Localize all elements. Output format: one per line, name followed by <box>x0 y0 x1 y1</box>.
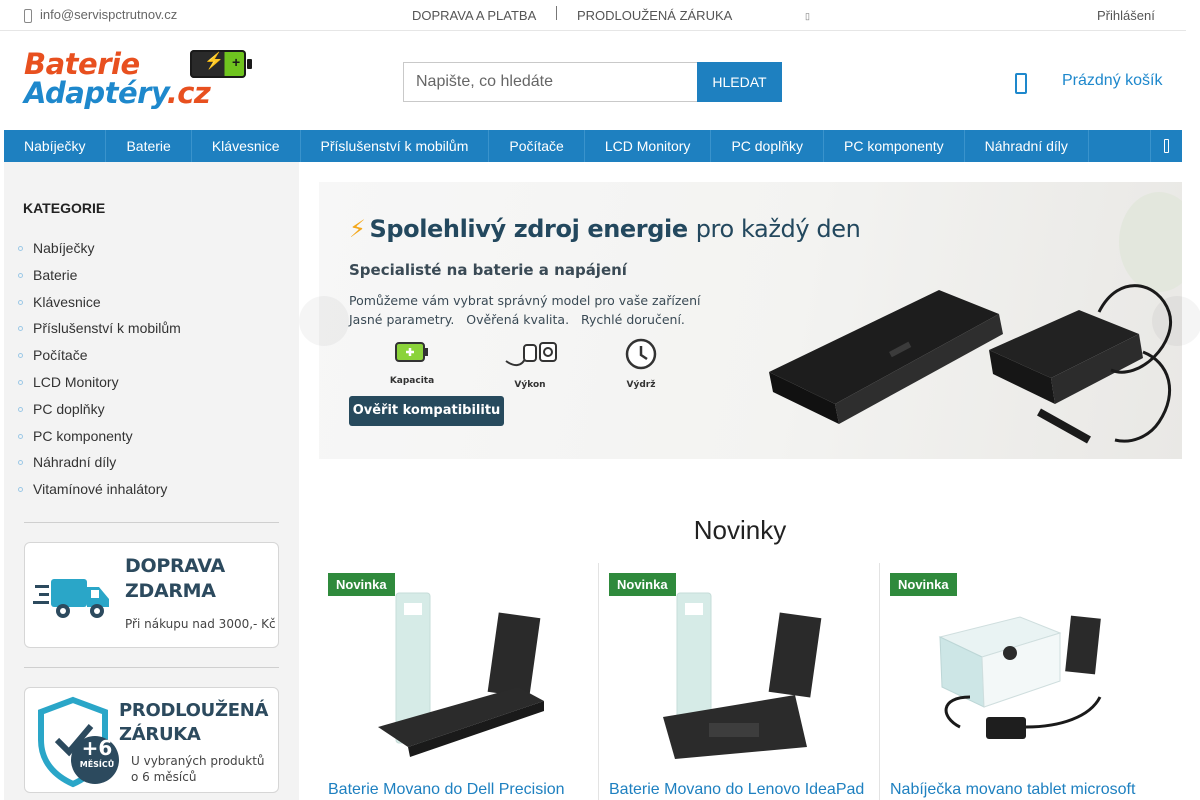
feature-capacity: Kapacita <box>377 337 447 386</box>
hero-subtitle: Specialisté na baterie a napájení <box>349 261 627 279</box>
category-item-pc-accessories[interactable]: PC doplňky <box>18 399 181 426</box>
carousel-next-button[interactable] <box>1152 296 1200 346</box>
search-form: HLEDAT <box>403 62 782 102</box>
new-products-heading: Novinky <box>693 515 787 545</box>
new-badge: Novinka <box>609 573 676 596</box>
sidebar-heading: KATEGORIE <box>23 200 106 216</box>
product-name[interactable]: Baterie Movano do Dell Precision <box>328 781 565 799</box>
search-input[interactable] <box>403 62 697 102</box>
feature-power-label: Výkon <box>514 380 546 390</box>
hero-banner[interactable]: ⚡ Spolehlivý zdroj energie pro každý den … <box>319 182 1182 459</box>
free-shipping-line2: ZDARMA <box>125 580 216 602</box>
hero-text-line1: Pomůžeme vám vybrat správný model pro va… <box>349 293 701 308</box>
check-compatibility-button[interactable]: Ověřit kompatibilitu <box>349 396 504 426</box>
sidebar-divider <box>24 667 279 668</box>
feature-capacity-label: Kapacita <box>389 376 435 386</box>
category-item-keyboards[interactable]: Klávesnice <box>18 292 181 319</box>
sidebar: KATEGORIE Nabíječky Baterie Klávesnice P… <box>4 162 299 800</box>
category-list: Nabíječky Baterie Klávesnice Příslušenst… <box>18 238 181 506</box>
extended-warranty-link[interactable]: PRODLOUŽENÁ ZÁRUKA <box>577 8 732 23</box>
product-card[interactable]: Novinka Nabíječka movano tablet microsof… <box>880 563 1161 800</box>
product-image[interactable] <box>619 577 859 767</box>
nav-item-spare-parts[interactable]: Náhradní díly <box>965 130 1089 162</box>
nav-item-batteries[interactable]: Baterie <box>106 130 192 162</box>
battery-adapter-image <box>769 192 1182 444</box>
nav-item-chargers[interactable]: Nabíječky <box>4 130 107 162</box>
nav-item-pc-accessories[interactable]: PC doplňky <box>711 130 825 162</box>
warranty-badge-text: MĚSÍCŮ <box>79 760 115 769</box>
new-products-list: Novinka Baterie Movano do Dell Precision… <box>318 563 1182 800</box>
category-item-batteries[interactable]: Baterie <box>18 265 181 292</box>
cart-icon[interactable] <box>1014 70 1027 94</box>
nav-item-lcd-monitors[interactable]: LCD Monitory <box>585 130 712 162</box>
nav-item-mobile-accessories[interactable]: Příslušenství k mobilům <box>301 130 490 162</box>
warranty-sub2: o 6 měsíců <box>131 770 197 784</box>
cart[interactable]: Prázdný košík <box>1014 70 1162 94</box>
top-bar: info@servispctrutnov.cz DOPRAVA A PLATBA… <box>0 0 1186 31</box>
topbar-separator <box>556 6 557 20</box>
site-logo[interactable]: Baterie ⚡ + Adaptéry.cz <box>24 48 264 112</box>
free-shipping-line1: DOPRAVA <box>125 555 225 577</box>
logo-tld: .cz <box>166 76 211 110</box>
free-shipping-banner[interactable]: DOPRAVA ZDARMA Při nákupu nad 3000,- Kč <box>24 542 279 648</box>
hero-text-line2: Jasné parametry. Ověřená kvalita. Rychlé… <box>349 312 685 327</box>
product-card[interactable]: Novinka Baterie Movano do Lenovo IdeaPad <box>599 563 880 800</box>
main-nav: Nabíječky Baterie Klávesnice Příslušenst… <box>4 130 1182 162</box>
nav-item-keyboards[interactable]: Klávesnice <box>192 130 301 162</box>
category-item-vitamin-inhalers[interactable]: Vitamínové inhalátory <box>18 479 181 506</box>
battery-icon <box>395 342 428 362</box>
nav-item-pc-components[interactable]: PC komponenty <box>824 130 965 162</box>
clock-icon <box>625 338 657 370</box>
new-badge: Novinka <box>890 573 957 596</box>
category-item-mobile-accessories[interactable]: Příslušenství k mobilům <box>18 318 181 345</box>
nav-item-computers[interactable]: Počítače <box>489 130 585 162</box>
lightning-icon: ⚡ <box>349 215 366 243</box>
cart-label[interactable]: Prázdný košík <box>1062 72 1162 90</box>
category-item-lcd-monitors[interactable]: LCD Monitory <box>18 372 181 399</box>
truck-icon <box>33 579 109 618</box>
warranty-sub1: U vybraných produktů <box>131 754 265 768</box>
sidebar-divider <box>24 522 279 523</box>
free-shipping-sub: Při nákupu nad 3000,- Kč <box>125 617 276 631</box>
menu-icon <box>1164 139 1169 153</box>
extended-warranty-banner[interactable]: +6 MĚSÍCŮ PRODLOUŽENÁ ZÁRUKA U vybraných… <box>24 687 279 793</box>
warranty-line2: ZÁRUKA <box>119 724 201 745</box>
product-image[interactable] <box>900 577 1140 767</box>
login-link[interactable]: Přihlášení <box>1097 8 1155 23</box>
logo-line2: Adaptéry.cz <box>24 76 211 110</box>
shipping-payment-link[interactable]: DOPRAVA A PLATBA <box>412 8 536 23</box>
product-card[interactable]: Novinka Baterie Movano do Dell Precision <box>318 563 599 800</box>
logo-line1: Baterie <box>24 47 140 81</box>
nav-more-button[interactable] <box>1150 130 1182 162</box>
warranty-badge-number: +6 <box>81 736 113 760</box>
product-name[interactable]: Baterie Movano do Lenovo IdeaPad <box>609 781 864 799</box>
feature-endurance-label: Výdrž <box>626 380 656 390</box>
plug-icon <box>505 342 557 367</box>
category-item-computers[interactable]: Počítače <box>18 345 181 372</box>
feature-power: Výkon <box>495 337 565 390</box>
search-button[interactable]: HLEDAT <box>697 62 782 102</box>
product-image[interactable] <box>338 577 578 767</box>
feature-endurance: Výdrž <box>606 337 676 390</box>
warranty-line1: PRODLOUŽENÁ <box>119 700 269 721</box>
category-item-chargers[interactable]: Nabíječky <box>18 238 181 265</box>
category-item-spare-parts[interactable]: Náhradní díly <box>18 452 181 479</box>
new-badge: Novinka <box>328 573 395 596</box>
category-item-pc-components[interactable]: PC komponenty <box>18 426 181 453</box>
contact-email-text[interactable]: info@servispctrutnov.cz <box>40 7 177 22</box>
product-name[interactable]: Nabíječka movano tablet microsoft <box>890 781 1135 799</box>
contact-email[interactable]: info@servispctrutnov.cz <box>22 7 177 23</box>
carousel-prev-button[interactable] <box>299 296 349 346</box>
phone-icon <box>22 8 32 23</box>
battery-logo-icon: ⚡ + <box>190 50 252 78</box>
toggle-icon[interactable]: ▯ <box>805 11 810 22</box>
